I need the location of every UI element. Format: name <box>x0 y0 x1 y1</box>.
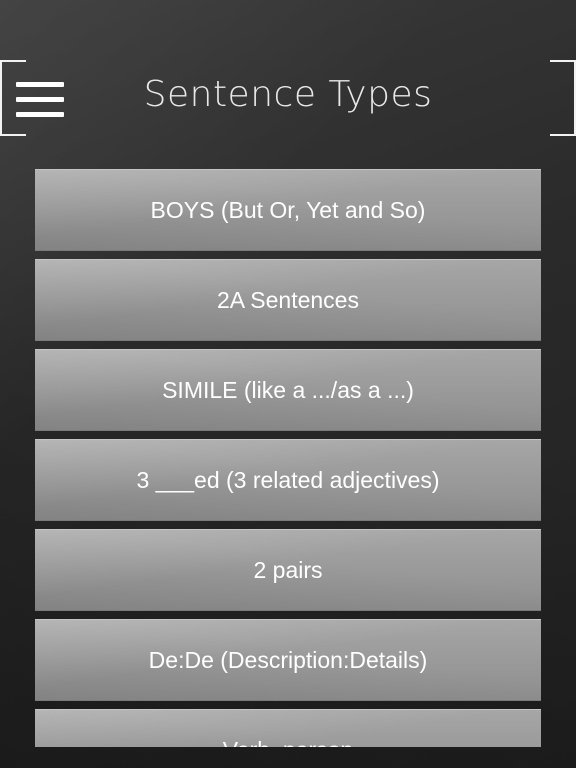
sentence-type-list: BOYS (But Or, Yet and So) 2A Sentences S… <box>35 169 541 747</box>
sentence-type-2a[interactable]: 2A Sentences <box>35 259 541 341</box>
list-item-label: 2A Sentences <box>217 286 359 313</box>
page-title: Sentence Types <box>143 74 433 115</box>
sentence-type-verb-person[interactable]: Verb, person <box>35 709 541 747</box>
sentence-type-2-pairs[interactable]: 2 pairs <box>35 529 541 611</box>
right-bracket-button[interactable] <box>546 60 576 136</box>
list-item-label: 2 pairs <box>253 556 323 583</box>
sentence-type-3ed[interactable]: 3 ___ed (3 related adjectives) <box>35 439 541 521</box>
list-item-label: Verb, person <box>223 737 353 748</box>
sentence-type-dede[interactable]: De:De (Description:Details) <box>35 619 541 701</box>
list-item-label: De:De (Description:Details) <box>148 646 428 673</box>
sentence-type-simile[interactable]: SIMILE (like a .../as a ...) <box>35 349 541 431</box>
list-item-label: BOYS (But Or, Yet and So) <box>150 196 426 223</box>
list-item-label: SIMILE (like a .../as a ...) <box>162 376 414 403</box>
header: Sentence Types <box>0 0 576 160</box>
list-item-label: 3 ___ed (3 related adjectives) <box>136 466 440 493</box>
sentence-type-boys[interactable]: BOYS (But Or, Yet and So) <box>35 169 541 251</box>
right-bracket <box>550 60 576 136</box>
